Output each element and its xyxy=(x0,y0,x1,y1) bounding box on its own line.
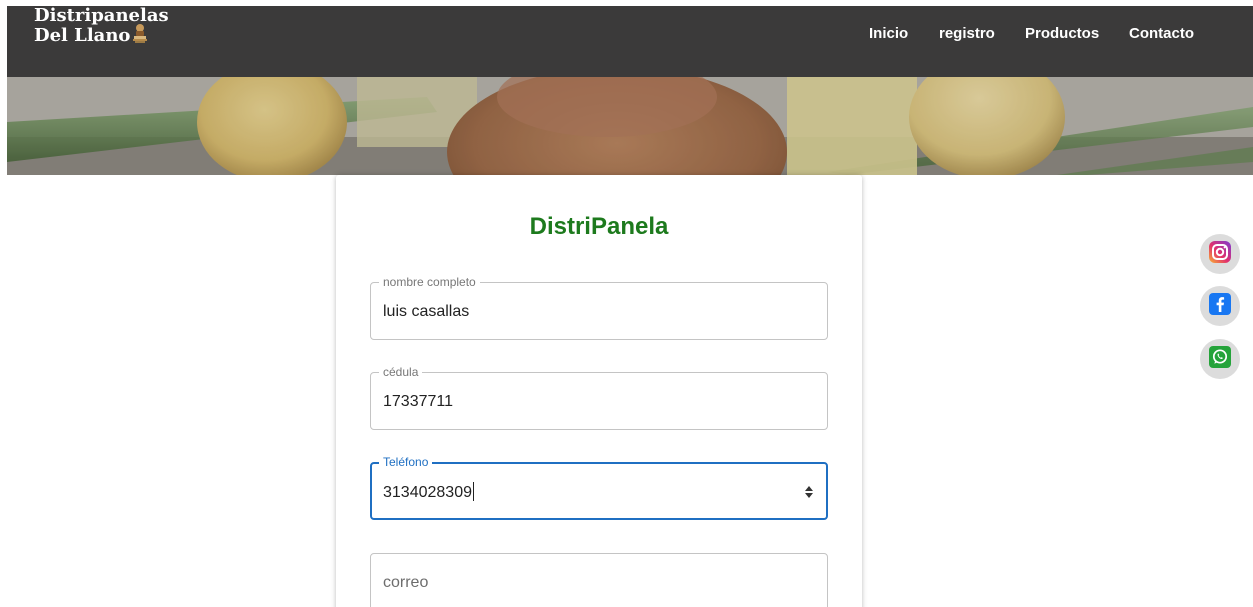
instagram-icon xyxy=(1208,240,1232,269)
phone-label: Teléfono xyxy=(379,455,433,469)
full-name-field[interactable]: nombre completo luis casallas xyxy=(370,275,828,340)
page: Distripanelas Del Llano Inicio registro … xyxy=(0,0,1253,607)
phone-value-wrap: 3134028309 xyxy=(383,482,474,503)
hero-banner-image xyxy=(7,77,1253,175)
form-title: DistriPanela xyxy=(529,213,669,240)
email-placeholder: correo xyxy=(383,574,429,591)
email-field[interactable]: correo xyxy=(370,553,828,607)
whatsapp-button[interactable] xyxy=(1200,339,1240,379)
text-caret xyxy=(472,482,474,501)
full-name-label: nombre completo xyxy=(379,275,480,289)
id-number-label: cédula xyxy=(379,365,423,379)
top-navbar: Distripanelas Del Llano Inicio registro … xyxy=(7,6,1253,77)
phone-value: 3134028309 xyxy=(383,484,472,501)
phone-field[interactable]: Teléfono 3134028309 xyxy=(370,455,828,520)
nav-link-productos[interactable]: Productos xyxy=(1025,24,1099,44)
nav-link-inicio[interactable]: Inicio xyxy=(869,24,908,44)
instagram-button[interactable] xyxy=(1200,234,1240,274)
id-number-field[interactable]: cédula 17337711 xyxy=(370,365,828,430)
number-stepper-icon[interactable] xyxy=(804,483,814,501)
registration-card: DistriPanela nombre completo luis casall… xyxy=(336,175,862,607)
nav-link-contacto[interactable]: Contacto xyxy=(1129,24,1194,44)
nav-menu: Inicio registro Productos Contacto xyxy=(7,6,1253,77)
full-name-value: luis casallas xyxy=(383,303,470,320)
facebook-icon xyxy=(1208,292,1232,321)
facebook-button[interactable] xyxy=(1200,286,1240,326)
nav-link-registro[interactable]: registro xyxy=(939,24,995,44)
id-number-value: 17337711 xyxy=(383,393,453,410)
whatsapp-icon xyxy=(1208,345,1232,374)
